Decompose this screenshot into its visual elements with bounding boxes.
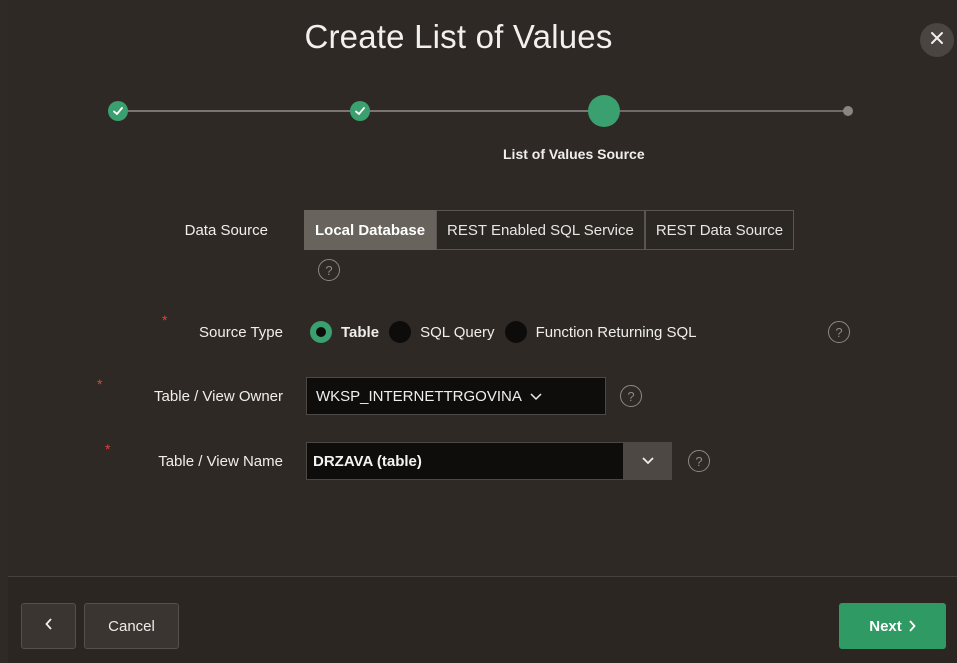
data-source-rest-enabled-sql[interactable]: REST Enabled SQL Service <box>436 210 645 250</box>
create-lov-dialog: Create List of Values List of Values Sou… <box>0 0 957 663</box>
radio-unchecked-icon <box>504 321 527 343</box>
wizard-step-2-complete <box>350 101 370 121</box>
table-name-label: Table / View Name <box>158 453 283 470</box>
next-button[interactable]: Next <box>839 603 946 649</box>
previous-button[interactable] <box>21 603 76 649</box>
close-button[interactable] <box>920 23 954 57</box>
source-type-table-radio[interactable]: Table <box>310 321 379 343</box>
table-name-input[interactable]: DRZAVA (table) <box>306 442 624 480</box>
table-name-popup-button[interactable] <box>624 442 672 480</box>
wizard-progress: List of Values Source <box>0 92 957 172</box>
data-source-label: Data Source <box>184 222 268 239</box>
wizard-step-4-future <box>843 106 853 116</box>
wizard-step-1-complete <box>108 101 128 121</box>
wizard-current-step-label: List of Values Source <box>503 146 645 162</box>
wizard-step-3-current <box>588 95 620 127</box>
source-type-sql-query-radio[interactable]: SQL Query <box>389 321 495 343</box>
wizard-line-remaining <box>618 110 848 112</box>
next-button-label: Next <box>869 617 902 635</box>
table-owner-value: WKSP_INTERNETTRGOVINA <box>316 387 522 405</box>
chevron-down-icon <box>642 452 654 470</box>
table-owner-label: Table / View Owner <box>154 388 283 405</box>
close-icon <box>929 30 945 51</box>
data-source-segmented-control: Local Database REST Enabled SQL Service … <box>304 210 795 250</box>
dialog-title: Create List of Values <box>304 18 613 55</box>
source-type-label: Source Type <box>199 324 283 341</box>
checkmark-icon <box>113 107 123 116</box>
data-source-local-database[interactable]: Local Database <box>304 210 437 250</box>
source-type-help-icon[interactable]: ? <box>828 321 850 343</box>
source-type-function-radio[interactable]: Function Returning SQL <box>504 321 697 343</box>
table-owner-help-icon[interactable]: ? <box>620 385 642 407</box>
checkmark-icon <box>355 107 365 116</box>
source-type-table-label: Table <box>341 323 380 341</box>
radio-unchecked-icon <box>389 321 412 343</box>
chevron-down-icon <box>530 388 542 405</box>
data-source-rest-data-source[interactable]: REST Data Source <box>644 210 795 250</box>
data-source-help-icon[interactable]: ? <box>318 259 340 281</box>
source-type-function-label: Function Returning SQL <box>535 323 697 341</box>
chevron-left-icon <box>44 617 53 635</box>
table-owner-select[interactable]: WKSP_INTERNETTRGOVINA <box>306 377 606 415</box>
table-name-help-icon[interactable]: ? <box>688 450 710 472</box>
chevron-right-icon <box>908 620 916 632</box>
source-type-radio-group: Table SQL Query Function Returning SQL <box>310 320 706 344</box>
source-type-sql-query-label: SQL Query <box>420 323 495 341</box>
radio-checked-icon <box>310 321 332 343</box>
cancel-button[interactable]: Cancel <box>84 603 179 649</box>
